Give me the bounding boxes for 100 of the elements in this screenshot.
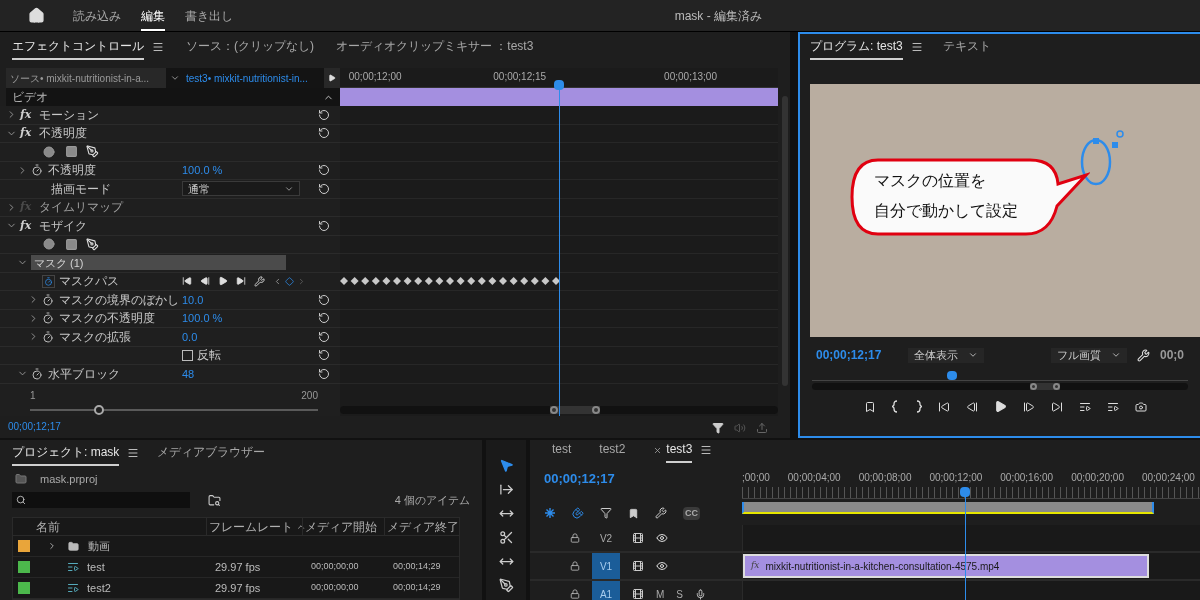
razor-tool-icon[interactable] <box>498 530 514 545</box>
previous-keyframe-icon[interactable] <box>273 276 282 286</box>
expand-timeline-icon[interactable] <box>328 74 336 82</box>
reset-icon[interactable] <box>318 164 330 177</box>
panel-tab[interactable]: プログラム: test3 <box>810 37 903 60</box>
panel-tab[interactable]: エフェクトコントロール <box>12 37 144 60</box>
filter-icon[interactable] <box>712 422 724 434</box>
play-icon[interactable] <box>218 276 228 287</box>
home-icon[interactable] <box>28 7 45 24</box>
reset-icon[interactable] <box>318 108 330 121</box>
panel-tab[interactable]: メディアブラウザー <box>157 443 266 466</box>
lock-icon[interactable] <box>570 561 580 571</box>
track-target-toggle[interactable]: A1 <box>592 581 620 600</box>
menu-icon[interactable] <box>127 447 140 459</box>
marker-icon[interactable] <box>628 507 639 519</box>
play-icon[interactable] <box>994 400 1007 413</box>
dropdown-chevron-icon[interactable] <box>968 350 978 360</box>
fx-toggle[interactable]: fx <box>20 217 32 234</box>
linked-selection-icon[interactable] <box>600 507 612 520</box>
mute-toggle[interactable]: M <box>656 586 665 600</box>
track-select-tool-icon[interactable] <box>498 482 514 497</box>
add-keyframe-icon[interactable] <box>285 276 294 286</box>
visibility-icon[interactable] <box>656 560 668 572</box>
reset-icon[interactable] <box>318 312 330 325</box>
dropdown-chevron-icon[interactable] <box>170 73 180 83</box>
reset-icon[interactable] <box>318 127 330 140</box>
pen-tool-icon[interactable] <box>498 578 514 593</box>
dropdown-chevron-icon[interactable] <box>1110 350 1121 360</box>
lock-icon[interactable] <box>570 589 580 599</box>
go-to-out-icon[interactable] <box>1051 400 1063 413</box>
column-header[interactable]: メディア開始 <box>302 517 384 536</box>
step-forward-icon[interactable] <box>1023 400 1035 413</box>
column-header[interactable]: フレームレート <box>206 517 302 536</box>
search-field[interactable] <box>12 492 190 508</box>
column-header[interactable]: メディア終了 <box>384 517 459 536</box>
panel-tab[interactable]: オーディオクリップミキサー ：test3 <box>336 37 534 60</box>
export-icon[interactable] <box>756 422 768 434</box>
zoom-dropdown[interactable]: 全体表示 <box>908 347 984 363</box>
quality-dropdown[interactable]: フル画質 <box>1050 347 1127 363</box>
playhead-handle[interactable] <box>554 80 564 90</box>
reset-icon[interactable] <box>318 219 330 232</box>
panel-tab[interactable]: test3 <box>666 440 693 463</box>
step-backward-icon[interactable] <box>200 276 210 287</box>
solo-toggle[interactable]: S <box>676 586 683 600</box>
property-value[interactable]: 10.0 <box>182 291 204 308</box>
extract-icon[interactable] <box>1107 400 1119 413</box>
column-header[interactable]: 名前 <box>35 517 206 536</box>
stopwatch-icon[interactable] <box>42 330 54 343</box>
playhead-handle[interactable] <box>947 371 958 380</box>
new-search-bin-icon[interactable] <box>208 493 221 507</box>
wrench-icon[interactable] <box>254 275 265 287</box>
fx-toggle[interactable]: fx <box>20 125 32 142</box>
step-back-icon[interactable] <box>966 400 978 413</box>
sync-lock-icon[interactable] <box>632 532 644 544</box>
lift-icon[interactable] <box>1079 400 1091 413</box>
rectangle-mask-icon[interactable] <box>65 145 78 159</box>
slider-thumb[interactable] <box>94 405 105 415</box>
reset-icon[interactable] <box>318 293 330 306</box>
camera-icon[interactable] <box>1135 400 1147 413</box>
zoom-scrollbar[interactable] <box>812 383 1188 390</box>
track-forward-icon[interactable] <box>236 276 246 287</box>
panel-tab[interactable]: ソース：(クリップなし) <box>186 37 314 60</box>
label-color-swatch[interactable] <box>18 582 30 594</box>
workspace-tab[interactable]: 書き出し <box>185 0 233 31</box>
expand-chevron-icon[interactable] <box>47 541 57 551</box>
ellipse-mask-icon[interactable] <box>41 238 57 251</box>
reset-icon[interactable] <box>318 330 330 343</box>
reset-icon[interactable] <box>318 349 330 362</box>
stopwatch-icon[interactable] <box>42 312 54 325</box>
label-color-swatch[interactable] <box>18 540 30 552</box>
reset-icon[interactable] <box>318 182 330 195</box>
sync-lock-icon[interactable] <box>632 588 644 600</box>
selection-tool-icon[interactable] <box>498 458 514 473</box>
settings-icon[interactable] <box>1136 348 1150 362</box>
stopwatch-icon[interactable] <box>42 293 54 306</box>
property-value[interactable]: 48 <box>182 365 195 382</box>
close-icon[interactable] <box>653 445 663 455</box>
track-target-toggle[interactable]: V1 <box>592 553 620 579</box>
visibility-icon[interactable] <box>656 532 668 544</box>
rectangle-mask-icon[interactable] <box>65 237 78 251</box>
reset-icon[interactable] <box>318 367 330 380</box>
settings-icon[interactable] <box>655 507 667 520</box>
clip-dropdown[interactable]: test3• mixkit-nutritionist-in... <box>166 68 324 88</box>
panel-tab[interactable]: プロジェクト: mask <box>12 443 120 466</box>
nest-toggle-icon[interactable] <box>544 507 556 520</box>
property-value[interactable]: 100.0 % <box>182 162 223 179</box>
lock-icon[interactable] <box>570 533 580 543</box>
menu-icon[interactable] <box>700 444 713 456</box>
go-to-in-icon[interactable] <box>938 400 950 413</box>
invert-checkbox[interactable] <box>182 349 193 361</box>
stopwatch-icon[interactable] <box>31 164 43 177</box>
mark-out-icon[interactable] <box>915 400 922 413</box>
ellipse-mask-icon[interactable] <box>41 145 57 158</box>
workspace-tab[interactable]: 読み込み <box>73 0 121 31</box>
sync-lock-icon[interactable] <box>632 560 644 572</box>
marker-icon[interactable] <box>864 400 876 413</box>
pen-mask-icon[interactable] <box>86 237 99 251</box>
property-value[interactable]: 0.0 <box>182 328 198 345</box>
panel-tab[interactable]: テキスト <box>942 37 991 60</box>
property-value[interactable]: 100.0 % <box>182 310 223 327</box>
